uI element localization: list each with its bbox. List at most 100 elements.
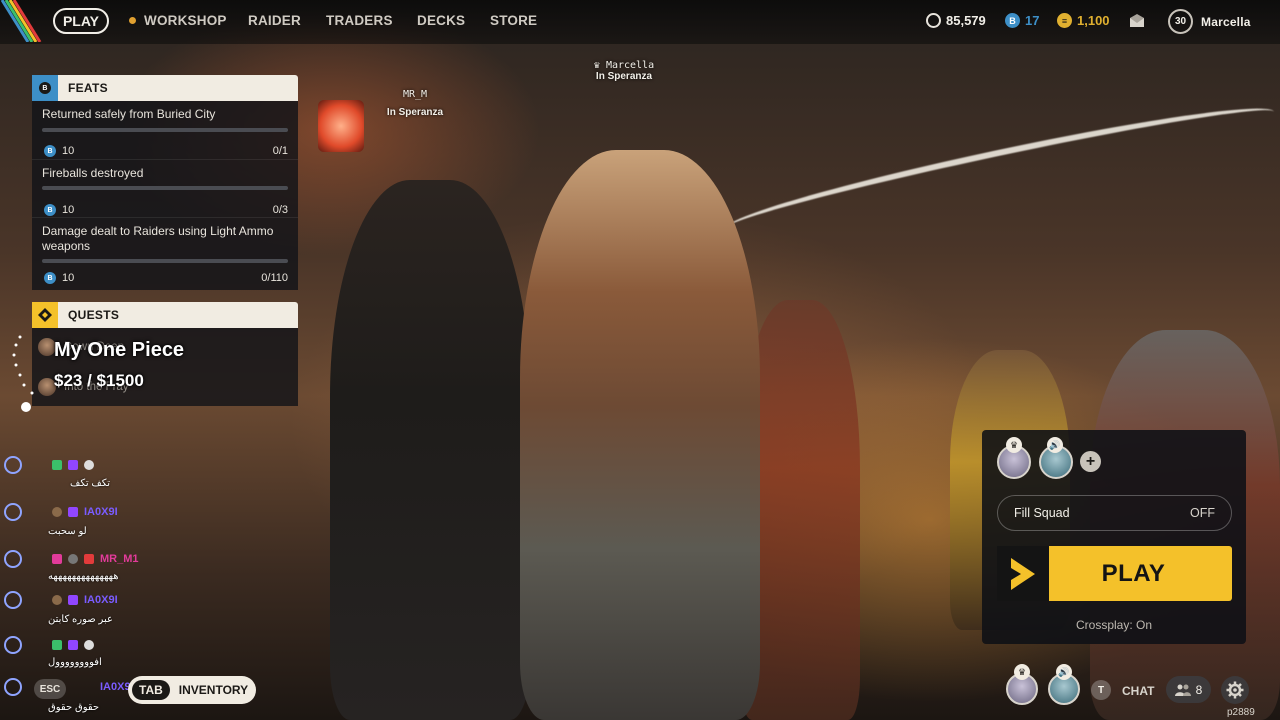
chat-message <box>4 455 100 475</box>
player-character-mr-m <box>330 180 530 720</box>
chat-avatar-ring <box>4 636 22 654</box>
crown-icon: ♛ <box>593 60 606 71</box>
friends-button[interactable]: 8 <box>1166 676 1211 703</box>
inventory-label: INVENTORY <box>178 683 249 697</box>
feat-reward: B 10 <box>44 145 74 157</box>
player-tag-marcella: ♛ Marcella In Speranza <box>584 60 664 82</box>
chat-text: افوووووووول <box>48 657 102 668</box>
badge-icon <box>68 507 78 517</box>
chat-username: IA0X9I <box>84 506 118 518</box>
badge-icon <box>52 640 62 650</box>
divider <box>32 159 298 160</box>
badge-icon <box>68 595 78 605</box>
chat-avatar-ring <box>4 503 22 521</box>
stream-goal-amount: $23 / $1500 <box>54 371 144 390</box>
chat-text: حقوق حقوق <box>48 702 100 713</box>
player-tag-mr-m: MR_M In Speranza <box>384 89 446 118</box>
player-tag-location: In Speranza <box>386 107 444 118</box>
nav-traders[interactable]: TRADERS <box>326 13 393 28</box>
esc-key-hint[interactable]: ESC <box>34 679 66 699</box>
coin-icon <box>926 13 941 28</box>
username[interactable]: Marcella <box>1201 15 1251 29</box>
divider <box>32 217 298 218</box>
inventory-button[interactable]: TAB INVENTORY <box>128 676 256 704</box>
token-icon: B <box>44 204 56 216</box>
tab-key-hint: TAB <box>132 680 170 700</box>
friends-count: 8 <box>1195 682 1203 697</box>
fill-squad-value: OFF <box>1190 506 1215 520</box>
coins-value: 85,579 <box>946 13 986 28</box>
rainbow-logo-icon <box>0 0 42 42</box>
feat-progress-bar <box>42 259 288 263</box>
badge-icon <box>52 554 62 564</box>
feat-title: Fireballs destroyed <box>42 166 144 180</box>
chat-avatar-ring <box>4 550 22 568</box>
badge-icon <box>52 460 62 470</box>
feat-item[interactable]: Damage dealt to Raiders using Light Ammo… <box>42 224 288 286</box>
player-level-badge[interactable]: 30 <box>1168 9 1193 34</box>
player-character-marcella <box>520 150 760 720</box>
currency-coins: 85,579 <box>926 13 986 28</box>
mail-icon[interactable] <box>1129 14 1145 28</box>
badge-icon <box>52 595 62 605</box>
play-label: PLAY <box>1101 559 1166 587</box>
feat-title: Returned safely from Buried City <box>42 107 216 121</box>
currency-tokens: B 17 <box>1005 13 1039 28</box>
crown-icon: ♛ <box>1014 664 1030 680</box>
feats-panel: Returned safely from Buried City B 10 0/1… <box>32 101 298 290</box>
nav-play-button[interactable]: PLAY <box>53 8 109 34</box>
fill-squad-toggle[interactable]: Fill Squad OFF <box>997 495 1232 531</box>
crown-icon: ♛ <box>1006 437 1022 453</box>
chat-username: MR_M1 <box>100 553 139 565</box>
token-icon: B <box>1005 13 1020 28</box>
play-arrow-icon <box>997 546 1049 601</box>
play-button[interactable]: PLAY <box>997 546 1232 601</box>
nav-decks[interactable]: DECKS <box>417 13 465 28</box>
speaker-icon: 🔊 <box>1047 437 1063 453</box>
red-lamp <box>318 100 364 152</box>
chat-message <box>4 635 100 655</box>
feat-reward: B 10 <box>44 272 74 284</box>
feats-title: FEATS <box>68 81 108 95</box>
nav-raider[interactable]: RAIDER <box>248 13 301 28</box>
chat-message: MR_M1 <box>4 549 139 569</box>
speaker-icon: 🔊 <box>1056 664 1072 680</box>
feat-progress: 0/3 <box>272 204 288 216</box>
feat-progress-bar <box>42 186 288 190</box>
chat-button[interactable]: CHAT <box>1122 684 1154 698</box>
friends-icon <box>1174 684 1191 696</box>
chat-message: IA0X9I <box>4 677 134 697</box>
nav-store[interactable]: STORE <box>490 13 537 28</box>
add-squad-member-button[interactable]: + <box>1080 451 1101 472</box>
feat-item[interactable]: Returned safely from Buried City B 10 0/1 <box>42 107 288 159</box>
quests-title: QUESTS <box>68 308 120 322</box>
badge-icon <box>84 554 94 564</box>
feats-header[interactable]: B FEATS <box>32 75 298 101</box>
player-tag-location: In Speranza <box>595 71 653 82</box>
feat-title: Damage dealt to Raiders using Light Ammo… <box>42 224 274 253</box>
badge-icon <box>68 460 78 470</box>
t-key-hint: T <box>1091 680 1111 700</box>
feat-item[interactable]: Fireballs destroyed B 10 0/3 <box>42 166 288 218</box>
badge-icon <box>52 507 62 517</box>
top-navigation: PLAY WORKSHOP RAIDER TRADERS DECKS STORE… <box>0 0 1280 42</box>
build-version: p2889 <box>1227 707 1255 718</box>
crossplay-status: Crossplay: On <box>1075 618 1153 632</box>
feat-progress: 0/110 <box>261 272 288 284</box>
ceiling-light <box>721 92 1279 248</box>
currency-gold: ≡ 1,100 <box>1057 13 1110 28</box>
feats-icon: B <box>32 75 58 101</box>
chat-message: IA0X9I <box>4 590 118 610</box>
quests-header[interactable]: QUESTS <box>32 302 298 328</box>
settings-button[interactable] <box>1221 676 1249 704</box>
decorative-dots <box>12 335 34 412</box>
nav-workshop[interactable]: WORKSHOP <box>144 13 227 28</box>
stream-goal-title: My One Piece <box>54 339 185 361</box>
badge-icon <box>84 460 94 470</box>
fill-squad-label: Fill Squad <box>1014 506 1070 520</box>
feat-reward: B 10 <box>44 204 74 216</box>
badge-icon <box>68 554 78 564</box>
player-tag-name: MR_M <box>402 89 428 100</box>
feat-progress-bar <box>42 128 288 132</box>
badge-icon <box>68 640 78 650</box>
